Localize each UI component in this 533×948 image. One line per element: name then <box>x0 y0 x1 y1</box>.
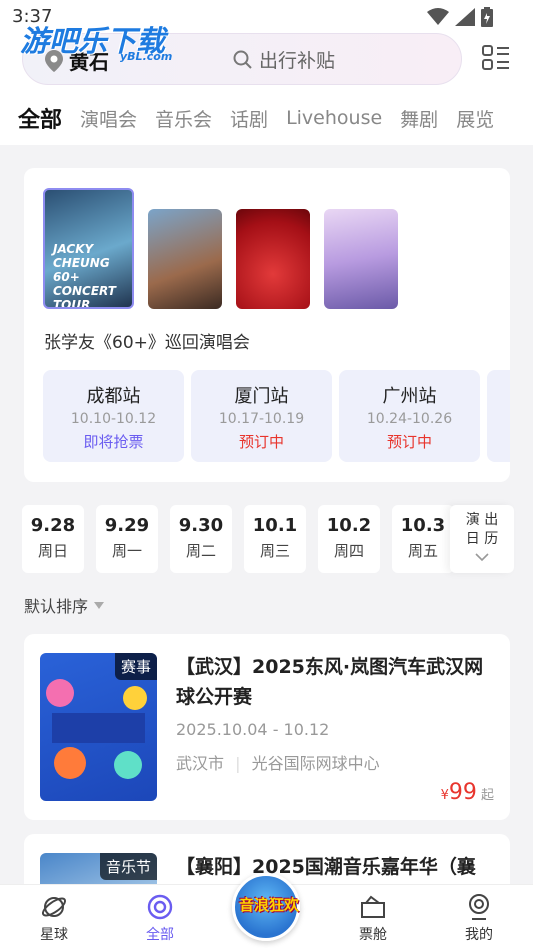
featured-poster-2[interactable] <box>148 209 222 309</box>
tab-all[interactable]: 全部 <box>13 102 69 140</box>
event-title: 【襄阳】2025国潮音乐嘉年华（襄 <box>176 856 476 878</box>
category-menu-icon[interactable] <box>482 44 510 72</box>
event-date: 2025.10.04 - 10.12 <box>176 720 330 739</box>
stop-dates: 10.17-10.19 <box>218 411 305 427</box>
calendar-label-2: 日 历 <box>465 531 499 547</box>
ticket-icon <box>361 895 385 918</box>
profile-icon <box>469 894 489 920</box>
event-venue-name: 光谷国际网球中心 <box>251 754 380 773</box>
date-strip: 9.28 周日 9.29 周一 9.30 周二 10.1 周三 10.2 周四 10.3 周… <box>22 505 514 573</box>
nav-label: 我的 <box>465 927 493 943</box>
tab-drama[interactable]: 话剧 <box>230 105 268 132</box>
tab-dance[interactable]: 舞剧 <box>400 105 438 132</box>
tour-stop-partial[interactable] <box>487 370 510 462</box>
tab-livehouse[interactable]: Livehouse <box>286 107 382 129</box>
tour-stop[interactable]: 广州站 10.24-10.26 预订中 <box>339 370 480 462</box>
event-card[interactable]: 赛事 【武汉】2025东风·岚图汽车武汉网球公开赛 2025.10.04 - 1… <box>24 634 510 820</box>
date-item[interactable]: 9.30 周二 <box>170 505 232 573</box>
date-item[interactable]: 10.1 周三 <box>244 505 306 573</box>
nav-planet[interactable]: 星球 <box>24 893 84 944</box>
date-num: 10.2 <box>326 515 372 536</box>
calendar-label-1: 演 出 <box>465 512 499 528</box>
center-label: 音浪狂欢 <box>238 896 299 914</box>
date-item[interactable]: 10.2 周四 <box>318 505 380 573</box>
date-weekday: 周一 <box>111 542 142 560</box>
search-icon <box>233 50 252 69</box>
price-suffix: 起 <box>480 788 494 803</box>
event-badge: 音乐节 <box>99 853 157 880</box>
date-weekday: 周日 <box>37 542 68 560</box>
price-value: 99 <box>448 780 477 805</box>
stop-city: 厦门站 <box>234 386 289 407</box>
show-calendar-button[interactable]: 演 出 日 历 <box>450 505 514 573</box>
nav-label: 票舱 <box>359 927 387 943</box>
watermark-sub: yBL.com <box>120 50 173 63</box>
wifi-icon <box>427 8 449 25</box>
nav-mine[interactable]: 我的 <box>449 893 509 944</box>
stop-status: 预订中 <box>386 433 432 451</box>
featured-card: JACKY CHEUNG 60+ CONCERT TOUR 张学友《60+》巡回… <box>24 168 510 482</box>
date-num: 9.29 <box>104 515 150 536</box>
nav-label: 星球 <box>40 927 68 943</box>
stop-dates: 10.10-10.12 <box>70 411 157 427</box>
stop-city: 成都站 <box>86 386 141 407</box>
tab-music[interactable]: 音乐会 <box>155 105 212 132</box>
date-num: 10.1 <box>252 515 298 536</box>
category-tabs: 全部 演唱会 音乐会 话剧 Livehouse 舞剧 展览 <box>0 95 533 141</box>
bottom-nav: 星球 全部 音浪狂欢 票舱 我的 <box>0 873 533 948</box>
date-item[interactable]: 9.28 周日 <box>22 505 84 573</box>
event-city: 武汉市 <box>176 754 225 773</box>
price-currency: ¥ <box>440 788 449 803</box>
event-poster: 赛事 <box>40 653 157 801</box>
stop-city: 广州站 <box>382 386 437 407</box>
date-num: 9.30 <box>178 515 224 536</box>
tab-exhibition[interactable]: 展览 <box>456 105 494 132</box>
stop-status: 即将抢票 <box>83 433 144 451</box>
sort-dropdown[interactable]: 默认排序 <box>24 593 105 617</box>
tour-stops: 成都站 10.10-10.12 即将抢票 厦门站 10.17-10.19 预订中… <box>43 370 510 462</box>
tour-stop[interactable]: 成都站 10.10-10.12 即将抢票 <box>43 370 184 462</box>
event-price: ¥99 起 <box>441 780 494 805</box>
featured-title: 张学友《60+》巡回演唱会 <box>44 333 250 353</box>
featured-poster-selected[interactable]: JACKY CHEUNG 60+ CONCERT TOUR <box>43 188 134 309</box>
top-header: 3:37 游吧乐下载 yBL.com 黄石 出行补贴 全部 演唱会 音乐会 话剧… <box>0 0 533 145</box>
date-weekday: 周三 <box>259 542 290 560</box>
event-venue: 武汉市 | 光谷国际网球中心 <box>176 750 380 774</box>
featured-poster-3[interactable] <box>236 209 310 309</box>
chevron-down-icon <box>475 553 489 562</box>
date-item[interactable]: 9.29 周一 <box>96 505 158 573</box>
target-icon <box>147 894 173 920</box>
signal-icon <box>455 8 475 26</box>
nav-tickets[interactable]: 票舱 <box>343 893 403 944</box>
sort-label: 默认排序 <box>24 597 89 616</box>
search-input[interactable]: 出行补贴 <box>233 46 335 73</box>
date-item[interactable]: 10.3 周五 <box>392 505 454 573</box>
tour-stop[interactable]: 厦门站 10.17-10.19 预订中 <box>191 370 332 462</box>
status-icons <box>427 7 493 27</box>
date-weekday: 周二 <box>185 542 216 560</box>
tab-concert[interactable]: 演唱会 <box>80 105 137 132</box>
planet-icon <box>41 897 67 917</box>
featured-poster-4[interactable] <box>324 209 398 309</box>
caret-down-icon <box>94 601 105 609</box>
date-num: 10.3 <box>400 515 446 536</box>
battery-icon <box>481 7 493 27</box>
wave-carnival-button[interactable]: 音浪狂欢 <box>232 873 300 941</box>
divider: | <box>235 754 241 773</box>
nav-label: 全部 <box>146 927 174 943</box>
nav-all[interactable]: 全部 <box>130 893 190 944</box>
date-weekday: 周五 <box>407 542 438 560</box>
search-text: 出行补贴 <box>259 50 336 72</box>
event-title: 【武汉】2025东风·岚图汽车武汉网球公开赛 <box>176 656 484 708</box>
stop-dates: 10.24-10.26 <box>366 411 453 427</box>
date-num: 9.28 <box>30 515 76 536</box>
event-badge: 赛事 <box>114 653 157 680</box>
poster-text: JACKY CHEUNG 60+ CONCERT TOUR <box>53 242 116 309</box>
stop-status: 预订中 <box>238 433 284 451</box>
date-weekday: 周四 <box>333 542 364 560</box>
